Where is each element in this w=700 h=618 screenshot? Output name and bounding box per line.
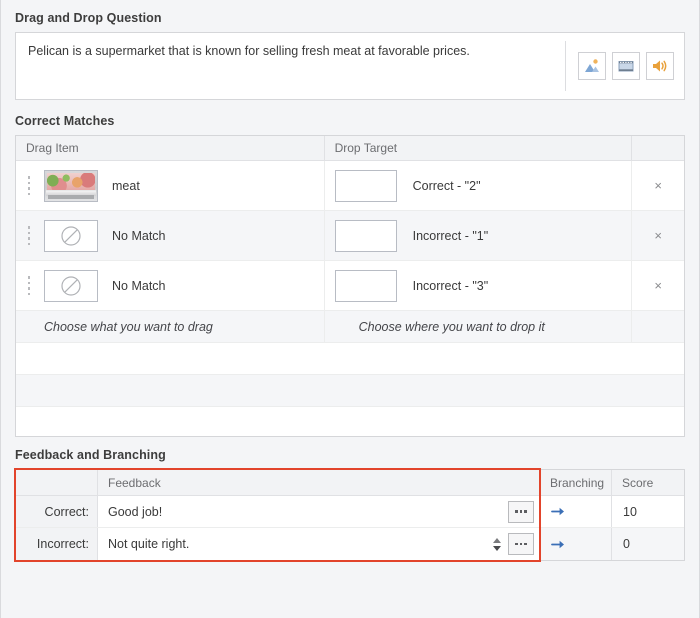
feedback-row-label-correct: Correct: <box>16 496 98 527</box>
drag-item-cell: No Match <box>16 211 325 260</box>
feedback-options-button-incorrect[interactable] <box>508 533 534 555</box>
media-button-group <box>566 33 684 99</box>
video-icon <box>618 61 634 72</box>
insert-image-button[interactable] <box>578 52 606 80</box>
correct-matches-table: Drag Item Drop Target meat Correct - "2"… <box>15 135 685 437</box>
no-match-thumbnail[interactable] <box>44 269 98 302</box>
feedback-input-incorrect[interactable]: Not quite right. <box>108 537 486 551</box>
remove-row-icon[interactable]: × <box>654 229 662 242</box>
feedback-input-correct[interactable]: Good job! <box>108 505 504 519</box>
branching-cell-correct[interactable] <box>540 496 612 527</box>
drag-drop-question-editor: Drag and Drop Question Pelican is a supe… <box>0 0 700 618</box>
feedback-table-header: Feedback Branching Score <box>16 470 684 496</box>
drop-target-label: Incorrect - "1" <box>412 228 489 243</box>
feedback-input-cell-correct[interactable]: Good job! <box>98 496 540 527</box>
score-value-correct[interactable]: 10 <box>612 496 684 527</box>
branch-arrow-icon <box>551 507 564 516</box>
drop-target-thumbnail[interactable] <box>334 269 397 302</box>
table-row: meat Correct - "2" × <box>16 161 684 211</box>
remove-row-icon[interactable]: × <box>654 179 662 192</box>
question-box: Pelican is a supermarket that is known f… <box>15 32 685 100</box>
score-value-incorrect[interactable]: 0 <box>612 528 684 560</box>
feedback-row-correct: Correct: Good job! 10 <box>16 496 684 528</box>
table-row: No Match Incorrect - "1" × <box>16 211 684 261</box>
row-action-cell: × <box>632 161 684 210</box>
branch-arrow-icon <box>551 540 564 548</box>
drag-handle[interactable] <box>20 176 38 195</box>
column-header-feedback: Feedback <box>98 470 540 495</box>
empty-row <box>16 407 684 436</box>
drag-item-label: meat <box>112 178 140 193</box>
drop-target-thumbnail[interactable] <box>334 219 397 252</box>
feedback-spinner-incorrect[interactable] <box>490 537 504 551</box>
column-header-actions <box>632 136 684 160</box>
feedback-row-incorrect: Incorrect: Not quite right. 0 <box>16 528 684 560</box>
drop-hint-cell[interactable]: Choose where you want to drop it <box>325 311 633 342</box>
feedback-branching-section: Feedback Branching Score Correct: Good j… <box>14 468 685 562</box>
drop-target-cell: Incorrect - "3" <box>325 261 633 310</box>
column-header-drag-item: Drag Item <box>16 136 325 160</box>
drag-handle[interactable] <box>20 226 38 245</box>
drop-hint-text: Choose where you want to drop it <box>358 319 545 334</box>
question-text: Pelican is a supermarket that is known f… <box>28 44 470 58</box>
feedback-options-button-correct[interactable] <box>508 500 534 523</box>
drag-item-label: No Match <box>112 278 166 293</box>
row-action-cell: × <box>632 211 684 260</box>
drag-item-cell: No Match <box>16 261 325 310</box>
drop-target-cell: Incorrect - "1" <box>325 211 633 260</box>
spinner-down-icon[interactable] <box>493 545 501 551</box>
drop-target-label: Correct - "2" <box>412 178 481 193</box>
section-title-correct-matches: Correct Matches <box>15 114 115 128</box>
insert-video-button[interactable] <box>612 52 640 80</box>
no-match-icon <box>61 225 81 246</box>
column-header-row-label <box>16 470 98 495</box>
column-header-drop-target: Drop Target <box>325 136 633 160</box>
image-icon <box>585 59 599 72</box>
matches-table-header: Drag Item Drop Target <box>16 136 684 161</box>
remove-row-icon[interactable]: × <box>654 279 662 292</box>
drag-item-cell: meat <box>16 161 325 210</box>
empty-row <box>16 375 684 407</box>
insert-audio-button[interactable] <box>646 52 674 80</box>
column-header-score: Score <box>622 475 654 490</box>
feedback-input-cell-incorrect[interactable]: Not quite right. <box>98 528 540 560</box>
drop-target-label: Incorrect - "3" <box>412 278 489 293</box>
drag-handle[interactable] <box>20 276 38 295</box>
no-match-icon <box>61 275 81 296</box>
table-row: No Match Incorrect - "3" × <box>16 261 684 311</box>
section-title-drag-and-drop: Drag and Drop Question <box>15 11 162 25</box>
drop-target-cell: Correct - "2" <box>325 161 633 210</box>
no-match-thumbnail[interactable] <box>44 219 98 252</box>
spinner-up-icon[interactable] <box>493 537 501 543</box>
row-action-cell: × <box>632 261 684 310</box>
column-header-branching: Branching <box>540 470 612 495</box>
drag-hint-cell[interactable]: Choose what you want to drag <box>16 311 325 342</box>
meat-photo-thumbnail[interactable] <box>44 169 98 202</box>
section-title-feedback-and-branching: Feedback and Branching <box>15 448 166 462</box>
audio-icon <box>653 60 667 72</box>
empty-row <box>16 343 684 375</box>
branching-cell-incorrect[interactable] <box>540 528 612 560</box>
drop-target-thumbnail[interactable] <box>334 169 397 202</box>
drag-hint-text: Choose what you want to drag <box>44 319 213 334</box>
feedback-row-label-incorrect: Incorrect: <box>16 528 98 560</box>
question-text-area[interactable]: Pelican is a supermarket that is known f… <box>16 33 565 99</box>
drag-item-label: No Match <box>112 228 166 243</box>
new-match-hint-row[interactable]: Choose what you want to drag Choose wher… <box>16 311 684 343</box>
feedback-table: Feedback Branching Score Correct: Good j… <box>15 469 685 561</box>
